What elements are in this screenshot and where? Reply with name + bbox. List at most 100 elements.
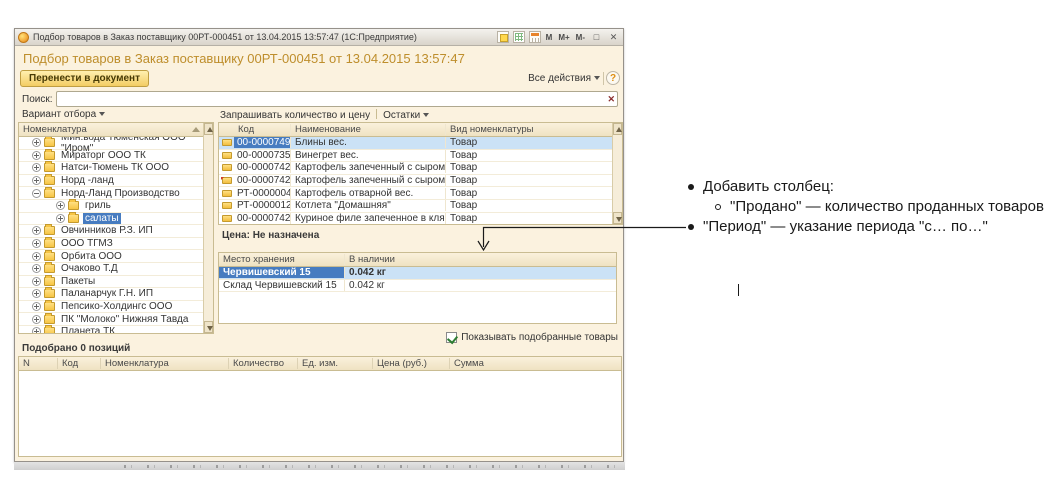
calendar-icon[interactable] <box>529 31 541 43</box>
clear-search-icon[interactable]: ✕ <box>607 93 615 106</box>
request-quantity-price-link[interactable]: Запрашивать количество и цену <box>220 110 370 121</box>
stock-row[interactable]: Червишевский 15 0.042 кг <box>219 267 616 280</box>
expand-icon[interactable] <box>32 151 41 160</box>
product-code: 00-00007427 <box>234 175 290 186</box>
tree-header[interactable]: Номенклатура <box>19 123 213 137</box>
tree-item[interactable]: Норд-Ланд Производство <box>19 187 203 200</box>
scroll-down-button[interactable] <box>204 321 213 333</box>
folder-icon <box>44 302 55 311</box>
result-table: N Код Номенклатура Количество Ед. изм. Ц… <box>18 356 622 457</box>
product-name: Куриное филе запеченное в кляре вес <box>290 213 445 224</box>
expand-icon[interactable] <box>32 163 41 172</box>
expand-icon[interactable] <box>56 201 65 210</box>
folder-icon <box>68 201 79 210</box>
product-type: Товар <box>445 213 612 224</box>
folder-icon <box>44 277 55 286</box>
expand-icon[interactable] <box>32 277 41 286</box>
expand-icon[interactable] <box>56 214 65 223</box>
column-nomenclature: Номенклатура <box>100 358 228 369</box>
expand-icon[interactable] <box>32 289 41 298</box>
expand-icon[interactable] <box>32 189 41 198</box>
favorites-icon[interactable] <box>497 31 509 43</box>
tree-item[interactable]: Очаково Т.Д <box>19 263 203 276</box>
tree-item[interactable]: Планета ТК <box>19 326 203 333</box>
scroll-up-button[interactable] <box>204 123 213 135</box>
tree-item-label: гриль <box>83 200 113 211</box>
tree-item[interactable]: Пепсико-Холдингс ООО <box>19 301 203 314</box>
stock-table: Место хранения В наличии Червишевский 15… <box>218 252 617 324</box>
tree-item[interactable]: Натси-Тюмень ТК ООО <box>19 162 203 175</box>
tree-item[interactable]: Мин.вода Тюменская ООО "Иром" <box>19 137 203 150</box>
stock-row[interactable]: Склад Червишевский 15 0.042 кг <box>219 280 616 293</box>
product-code: 00-00007493 <box>234 137 290 148</box>
annotation-text: "Продано" — количество проданных товаров <box>730 197 1044 217</box>
tree-item-label: Натси-Тюмень ТК ООО <box>59 162 171 173</box>
search-input[interactable] <box>59 93 601 105</box>
column-n: N <box>19 358 57 369</box>
scroll-up-button[interactable] <box>613 123 622 135</box>
tree-item[interactable]: Норд -ланд <box>19 175 203 188</box>
tree-item-label: Орбита ООО <box>59 251 124 262</box>
tree-item[interactable]: салаты <box>19 213 203 226</box>
scroll-down-button[interactable] <box>613 212 622 224</box>
tree-item[interactable]: Орбита ООО <box>19 250 203 263</box>
product-row[interactable]: 00-00007425 Куриное филе запеченное в кл… <box>219 213 612 224</box>
product-code: 00-00007426 <box>234 162 290 173</box>
help-icon[interactable]: ? <box>606 71 620 85</box>
folder-icon <box>44 264 55 273</box>
tree-header-label: Номенклатура <box>19 124 91 135</box>
folder-icon <box>44 163 55 172</box>
product-row[interactable]: 00-00007426 Картофель запеченный с сыром… <box>219 162 612 175</box>
tree-item[interactable]: ООО ТГМЗ <box>19 238 203 251</box>
product-name: Блины вес. <box>290 137 445 148</box>
expand-icon[interactable] <box>32 302 41 311</box>
tree-item[interactable]: Овчинников Р.З. ИП <box>19 225 203 238</box>
expand-icon[interactable] <box>32 315 41 324</box>
expand-icon[interactable] <box>32 138 41 147</box>
expand-icon[interactable] <box>32 264 41 273</box>
expand-icon[interactable] <box>32 176 41 185</box>
memory-minus-button[interactable]: М- <box>575 33 586 42</box>
links-divider <box>376 109 377 119</box>
product-code: РТ-00000124 <box>234 200 290 211</box>
product-name: Картофель отварной вес. <box>290 188 445 199</box>
selection-variant-link[interactable]: Вариант отбора <box>22 109 105 120</box>
product-type: Товар <box>445 188 612 199</box>
app-window: Подбор товаров в Заказ поставщику 00РТ-0… <box>14 28 624 462</box>
memory-m-button[interactable]: М <box>545 33 554 42</box>
window-content: Подбор товаров в Заказ поставщику 00РТ-0… <box>16 47 622 461</box>
tree-item[interactable]: Пакеты <box>19 276 203 289</box>
checkbox-checked-icon[interactable] <box>446 332 457 343</box>
stock-header: Место хранения В наличии <box>219 253 616 267</box>
tree-scrollbar[interactable] <box>203 123 213 333</box>
product-row[interactable]: 00-00007359 Винегрет вес. Товар <box>219 150 612 163</box>
stock-qty: 0.042 кг <box>344 267 616 278</box>
memory-plus-button[interactable]: М+ <box>557 33 570 42</box>
product-row[interactable]: РТ-00000043 Картофель отварной вес. Това… <box>219 187 612 200</box>
expand-icon[interactable] <box>32 252 41 261</box>
tree-item-label: Норд-Ланд Производство <box>59 188 182 199</box>
column-code: Код <box>234 124 290 135</box>
transfer-to-document-button[interactable]: Перенести в документ <box>20 70 149 87</box>
product-row[interactable]: 00-00007427 Картофель запеченный с сыром… <box>219 175 612 188</box>
search-row: Поиск: ✕ <box>16 91 622 108</box>
text-cursor <box>738 284 739 296</box>
expand-icon[interactable] <box>32 239 41 248</box>
tree-item[interactable]: гриль <box>19 200 203 213</box>
maximize-button[interactable]: □ <box>590 32 603 42</box>
expand-icon[interactable] <box>32 327 41 333</box>
all-actions-menu[interactable]: Все действия <box>528 73 600 84</box>
products-scrollbar[interactable] <box>612 123 622 224</box>
expand-icon[interactable] <box>32 226 41 235</box>
close-button[interactable]: ✕ <box>607 32 620 43</box>
calculator-icon[interactable] <box>513 31 525 43</box>
item-icon <box>222 139 232 146</box>
product-row[interactable]: 00-00007493 Блины вес. Товар <box>219 137 612 150</box>
product-name: Картофель запеченный с сыром вес. <box>290 162 445 173</box>
tree-item[interactable]: ПК "Молоко" Нижняя Тавда <box>19 313 203 326</box>
show-picked-toggle[interactable]: Показывать подобранные товары <box>446 331 618 344</box>
window-title: Подбор товаров в Заказ поставщику 00РТ-0… <box>33 32 497 42</box>
remains-link[interactable]: Остатки <box>383 110 429 121</box>
product-row[interactable]: РТ-00000124 Котлета "Домашняя" Товар <box>219 200 612 213</box>
tree-item[interactable]: Паланарчук Г.Н. ИП <box>19 288 203 301</box>
